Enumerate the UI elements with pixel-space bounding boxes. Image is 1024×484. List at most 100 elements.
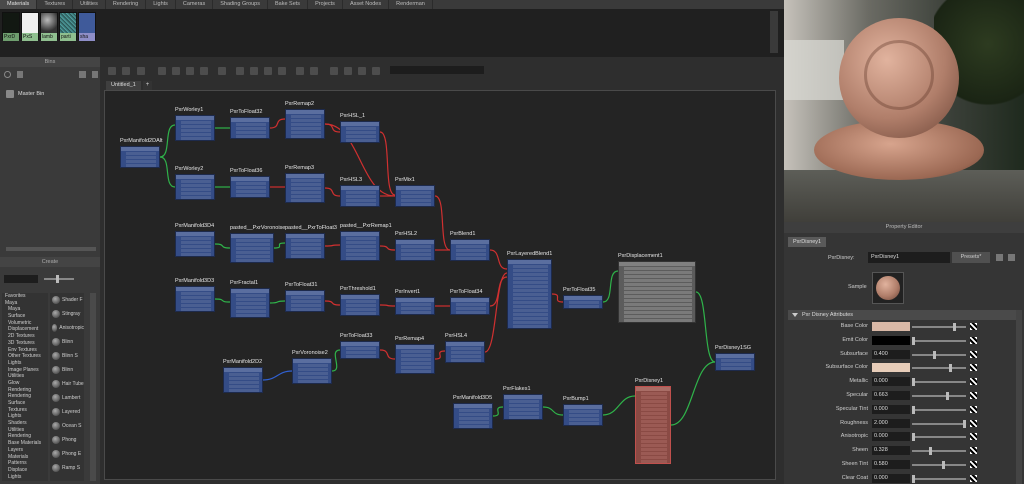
- node-port-row[interactable]: [513, 297, 548, 300]
- node-port-row[interactable]: [298, 368, 328, 371]
- create-shader-item[interactable]: Blinn S: [50, 349, 84, 363]
- node-port-row[interactable]: [229, 381, 259, 384]
- node-port-row[interactable]: [236, 310, 266, 313]
- node-port-row[interactable]: [181, 253, 211, 256]
- shading-node-w2[interactable]: [175, 174, 215, 200]
- bin-remove-icon[interactable]: [79, 71, 86, 78]
- create-category-item[interactable]: Displace: [2, 467, 48, 474]
- top-tab-7[interactable]: Bake Sets: [268, 0, 309, 9]
- node-port-row[interactable]: [624, 303, 692, 306]
- attribute-value-field[interactable]: 0.000: [872, 404, 910, 414]
- attribute-value-field[interactable]: 0.000: [872, 473, 910, 483]
- attribute-value-field[interactable]: 2.000: [872, 418, 910, 428]
- create-shader-item[interactable]: Blinn: [50, 335, 84, 349]
- node-port-row[interactable]: [624, 319, 692, 322]
- node-port-row[interactable]: [401, 195, 431, 198]
- node-port-row[interactable]: [181, 196, 211, 199]
- node-port-row[interactable]: [126, 156, 156, 159]
- color-swatch[interactable]: [872, 322, 910, 331]
- slider-handle[interactable]: [912, 433, 915, 442]
- node-editor-search-field[interactable]: [390, 66, 484, 74]
- node-port-row[interactable]: [624, 291, 692, 294]
- node-port-row[interactable]: [236, 190, 266, 193]
- top-tab-0[interactable]: Materials: [0, 0, 38, 9]
- node-port-row[interactable]: [513, 285, 548, 288]
- shading-node-tf31[interactable]: [285, 290, 325, 312]
- attribute-value-field[interactable]: 0.400: [872, 349, 910, 359]
- node-port-row[interactable]: [346, 139, 376, 142]
- node-port-row[interactable]: [291, 119, 321, 122]
- node-port-row[interactable]: [298, 380, 328, 383]
- node-port-row[interactable]: [459, 417, 489, 420]
- bookmark-icon[interactable]: [372, 67, 380, 75]
- node-port-row[interactable]: [298, 376, 328, 379]
- attribute-slider[interactable]: [912, 326, 966, 328]
- node-port-row[interactable]: [401, 203, 431, 206]
- node-port-row[interactable]: [236, 314, 266, 317]
- node-port-row[interactable]: [401, 307, 431, 310]
- property-editor-scrollbar[interactable]: [1016, 310, 1022, 484]
- attribute-slider[interactable]: [912, 450, 966, 453]
- create-category-item[interactable]: Lights: [2, 360, 48, 367]
- node-port-row[interactable]: [236, 247, 270, 250]
- node-port-row[interactable]: [181, 241, 211, 244]
- node-port-row[interactable]: [513, 305, 548, 308]
- node-port-row[interactable]: [513, 325, 548, 328]
- node-port-row[interactable]: [126, 152, 156, 155]
- node-port-row[interactable]: [181, 292, 211, 295]
- node-port-row[interactable]: [126, 160, 156, 163]
- bins-scrollbar[interactable]: [6, 247, 96, 251]
- material-swatch[interactable]: sha: [78, 12, 96, 41]
- node-port-row[interactable]: [513, 301, 548, 304]
- create-category-item[interactable]: Rendering: [2, 387, 48, 394]
- node-port-row[interactable]: [298, 364, 328, 367]
- create-category-item[interactable]: Volumetric: [2, 320, 48, 327]
- add-graph-tab-button[interactable]: +: [143, 81, 152, 90]
- slider-handle[interactable]: [932, 350, 936, 359]
- node-port-row[interactable]: [641, 436, 667, 439]
- node-port-row[interactable]: [291, 195, 321, 198]
- add-icon[interactable]: [200, 67, 208, 75]
- create-shader-item[interactable]: Shader F: [50, 293, 84, 307]
- map-texture-icon[interactable]: [970, 378, 977, 386]
- node-port-row[interactable]: [569, 422, 599, 425]
- node-port-row[interactable]: [291, 131, 321, 134]
- node-port-row[interactable]: [509, 412, 539, 415]
- material-swatch[interactable]: PxrD: [2, 12, 20, 41]
- node-port-row[interactable]: [346, 195, 376, 198]
- node-port-row[interactable]: [291, 247, 321, 250]
- bin-settings-icon[interactable]: [4, 71, 11, 78]
- node-port-row[interactable]: [513, 317, 548, 320]
- node-port-row[interactable]: [513, 313, 548, 316]
- create-category-item[interactable]: Lights: [2, 413, 48, 420]
- node-port-row[interactable]: [346, 241, 376, 244]
- create-zoom-slider[interactable]: [44, 278, 74, 280]
- create-category-item[interactable]: Patterns: [2, 460, 48, 467]
- node-port-row[interactable]: [456, 311, 486, 314]
- map-texture-icon[interactable]: [970, 474, 977, 482]
- create-category-item[interactable]: Favorites: [2, 293, 48, 300]
- top-tab-4[interactable]: Lights: [146, 0, 176, 9]
- node-port-row[interactable]: [236, 123, 266, 126]
- create-shader-item[interactable]: Layered: [50, 405, 84, 419]
- top-tab-9[interactable]: Asset Nodes: [343, 0, 390, 9]
- node-port-row[interactable]: [291, 135, 321, 138]
- node-port-row[interactable]: [569, 414, 599, 417]
- create-shader-item[interactable]: Hair Tube: [50, 377, 84, 391]
- swatch-toggle-icon[interactable]: [344, 67, 352, 75]
- node-port-row[interactable]: [401, 253, 431, 256]
- node-port-row[interactable]: [401, 245, 431, 248]
- node-port-row[interactable]: [291, 115, 321, 118]
- top-tab-1[interactable]: Textures: [37, 0, 74, 9]
- map-texture-icon[interactable]: [970, 336, 977, 344]
- attribute-value-field[interactable]: 0.328: [872, 446, 910, 456]
- node-port-row[interactable]: [291, 255, 321, 258]
- node-port-row[interactable]: [624, 287, 692, 290]
- attribute-section-header[interactable]: Pxr Disney Attributes: [788, 310, 1016, 320]
- shading-node-r4[interactable]: [395, 344, 435, 374]
- node-port-row[interactable]: [721, 363, 751, 366]
- layout-custom-icon[interactable]: [264, 67, 272, 75]
- create-category-item[interactable]: Rendering: [2, 393, 48, 400]
- material-swatch[interactable]: lamb: [40, 12, 58, 41]
- node-graph-canvas[interactable]: PxrManifold2DAlt PxrWorley1 PxrWorley2 PxrT…: [104, 90, 776, 480]
